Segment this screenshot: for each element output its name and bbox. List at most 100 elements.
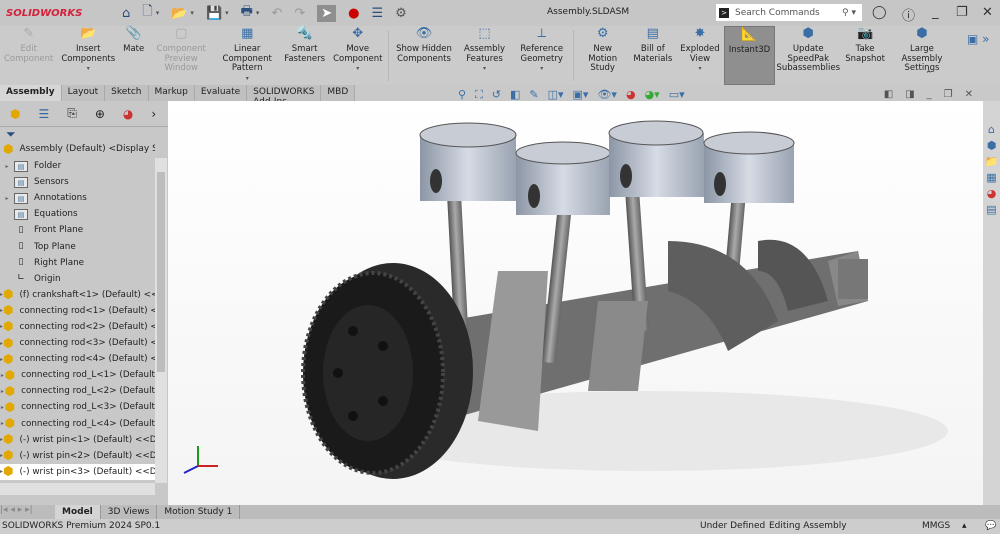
- dropdown-arrow-icon[interactable]: ▾: [483, 64, 486, 74]
- tree-item[interactable]: ▸ ⬢ connecting rod<2> (Default) <: [0, 319, 155, 335]
- bottom-tab-model[interactable]: Model: [55, 505, 101, 519]
- appearances-icon[interactable]: ◕: [983, 187, 1000, 203]
- bill-of-materials-button[interactable]: ▤ Bill of Materials: [629, 26, 676, 85]
- quick-tips-icon[interactable]: 💬: [985, 519, 996, 534]
- print-icon[interactable]: 🖶: [241, 2, 253, 24]
- bottom-tab-motion-study-1[interactable]: Motion Study 1: [157, 505, 241, 519]
- viewport-minimize-icon[interactable]: _: [927, 89, 932, 100]
- apply-scene-icon[interactable]: ◕▾: [645, 88, 660, 102]
- large-assembly-settings-button[interactable]: ⬢ Large Assembly Settings: [889, 26, 955, 85]
- search-icon[interactable]: ⚲ ▾: [842, 8, 856, 18]
- open-icon[interactable]: 📂: [171, 6, 187, 21]
- new-document-icon[interactable]: 🗋: [142, 2, 152, 24]
- tree-item[interactable]: ▸ ▤ Folder: [0, 158, 155, 174]
- take-snapshot-button[interactable]: 📷 Take Snapshot: [841, 26, 889, 85]
- home-icon[interactable]: ⌂: [122, 6, 130, 21]
- crankshaft-assembly-model[interactable]: [168, 101, 983, 505]
- options-gear-icon[interactable]: ⚙: [395, 6, 407, 21]
- expand-arrow-icon[interactable]: ▸: [0, 195, 14, 202]
- move-component-button[interactable]: ✥ Move Component ▾: [329, 26, 386, 85]
- mate-button[interactable]: 📎 Mate: [119, 26, 148, 85]
- tree-root[interactable]: ⬢ Assembly (Default) <Display State-: [0, 141, 155, 157]
- zoom-to-fit-icon[interactable]: ⚲: [458, 88, 466, 102]
- view-palette-icon[interactable]: ▦: [983, 171, 1000, 187]
- display-style-icon[interactable]: ▣▾: [573, 88, 589, 102]
- tree-item[interactable]: ▸ ⬢ (-) wrist pin<3> (Default) <<D: [0, 463, 155, 480]
- display-pane-icon[interactable]: ▣ »: [967, 32, 990, 46]
- tree-item[interactable]: ▸ ⬢ connecting rod_L<3> (Default: [0, 399, 155, 415]
- reference-geometry-button[interactable]: ⟂ Reference Geometry ▾: [512, 26, 571, 85]
- select-arrow-icon[interactable]: ➤: [317, 4, 337, 22]
- property-manager-tab-icon[interactable]: ☰: [38, 107, 49, 121]
- instant3d-button[interactable]: 📐 Instant3D: [723, 26, 776, 85]
- viewport-next-icon[interactable]: ◨: [905, 89, 914, 100]
- graphics-area[interactable]: ⚲ ⛶ ↺ ◧ ✎ ◫▾ ▣▾ 👁▾ ◕ ◕▾ ▭▾ ◧ ◨ _ ❐ ✕: [168, 88, 983, 505]
- viewport-prev-icon[interactable]: ◧: [884, 89, 893, 100]
- configuration-manager-tab-icon[interactable]: ⎘: [67, 106, 77, 121]
- tree-horizontal-scrollbar[interactable]: [0, 483, 155, 495]
- tree-item[interactable]: ▸ ⬢ connecting rod_L<1> (Default: [0, 367, 155, 383]
- taskpane-toggle[interactable]: ▣ » ⌃: [925, 26, 1000, 85]
- design-library-icon[interactable]: ⬢: [983, 139, 1000, 155]
- tree-item[interactable]: ▸ ⬢ (-) wrist pin<2> (Default) <<D: [0, 448, 155, 464]
- collapse-ribbon-icon[interactable]: ⌃: [925, 70, 933, 80]
- dynamic-annotation-icon[interactable]: ✎: [529, 88, 538, 102]
- file-properties-icon[interactable]: ☰: [372, 6, 384, 21]
- tree-item[interactable]: ▸ ⬢ (f) crankshaft<1> (Default) <<: [0, 287, 155, 303]
- more-tabs-chevron-icon[interactable]: ›: [151, 107, 156, 121]
- previous-view-icon[interactable]: ↺: [492, 88, 501, 102]
- insert-components-button[interactable]: 📂 Insert Components ▾: [57, 26, 119, 85]
- dropdown-arrow-icon[interactable]: ▾: [540, 64, 543, 74]
- dropdown-arrow-icon[interactable]: ▾: [246, 74, 249, 84]
- update-speedpak-subassemblies-button[interactable]: ⬢ Update SpeedPak Subassemblies: [775, 26, 841, 85]
- custom-properties-icon[interactable]: ▤: [983, 203, 1000, 219]
- redo-icon[interactable]: ↷: [294, 6, 305, 21]
- section-view-icon[interactable]: ◧: [510, 88, 520, 102]
- hide-show-icon[interactable]: 👁▾: [597, 88, 617, 102]
- tab-solidworks-add-ins[interactable]: SOLIDWORKS Add-Ins: [247, 85, 322, 107]
- dimxpert-tab-icon[interactable]: ⊕: [95, 107, 105, 121]
- tree-item[interactable]: ▯ Front Plane: [0, 222, 155, 238]
- tree-vertical-scrollbar[interactable]: [155, 158, 167, 483]
- tab-layout[interactable]: Layout: [62, 85, 106, 101]
- save-icon[interactable]: 💾: [206, 6, 222, 21]
- tree-item[interactable]: ▤ Sensors: [0, 174, 155, 190]
- tree-item[interactable]: ▸ ⬢ connecting rod_L<4> (Default: [0, 416, 155, 432]
- feature-manager-tab-icon[interactable]: ⬢: [10, 107, 20, 121]
- units-dropdown-icon[interactable]: ▴: [962, 519, 967, 534]
- restore-button[interactable]: ❐: [956, 5, 968, 20]
- help-icon[interactable]: ⓘ: [902, 5, 915, 24]
- exploded-view-button[interactable]: ✸ Exploded View ▾: [676, 26, 723, 85]
- zoom-to-area-icon[interactable]: ⛶: [475, 88, 483, 102]
- solidworks-resources-icon[interactable]: ⌂: [983, 123, 1000, 139]
- tab-markup[interactable]: Markup: [149, 85, 195, 101]
- view-settings-icon[interactable]: ▭▾: [669, 88, 685, 102]
- edit-appearance-icon[interactable]: ◕: [626, 88, 636, 102]
- smart-fasteners-button[interactable]: 🔩 Smart Fasteners: [280, 26, 329, 85]
- component-preview-window-button[interactable]: ▢ Component Preview Window: [148, 26, 214, 85]
- tree-item[interactable]: ▸ ⬢ connecting rod<1> (Default) <: [0, 303, 155, 319]
- show-hidden-components-button[interactable]: 👁 Show Hidden Components: [391, 26, 457, 85]
- expand-arrow-icon[interactable]: ▸: [0, 163, 14, 170]
- tab-evaluate[interactable]: Evaluate: [195, 85, 248, 101]
- viewport-close-icon[interactable]: ✕: [965, 89, 973, 100]
- tab-scroll-arrows[interactable]: |◂ ◂ ▸ ▸|: [0, 505, 55, 519]
- tab-mbd[interactable]: MBD: [321, 85, 356, 101]
- tree-item[interactable]: ▯ Right Plane: [0, 255, 155, 271]
- dropdown-arrow-icon[interactable]: ▾: [356, 64, 359, 74]
- file-explorer-icon[interactable]: 📁: [983, 155, 1000, 171]
- tab-sketch[interactable]: Sketch: [105, 85, 149, 101]
- undo-icon[interactable]: ↶: [271, 6, 282, 21]
- edit-component-button[interactable]: ✎ Edit Component: [0, 26, 57, 85]
- view-orientation-icon[interactable]: ◫▾: [548, 88, 564, 102]
- tree-item[interactable]: ∟ Origin: [0, 271, 155, 287]
- new-motion-study-button[interactable]: ⚙ New Motion Study: [576, 26, 629, 85]
- assembly-features-button[interactable]: ⬚ Assembly Features ▾: [457, 26, 512, 85]
- tree-item[interactable]: ▸ ⬢ connecting rod_L<2> (Default: [0, 383, 155, 399]
- tree-item[interactable]: ▸ ⬢ connecting rod<3> (Default) <: [0, 335, 155, 351]
- bottom-tab-3d-views[interactable]: 3D Views: [101, 505, 158, 519]
- rebuild-traffic-light-icon[interactable]: ●: [348, 6, 359, 21]
- viewport-restore-icon[interactable]: ❐: [944, 89, 953, 100]
- tree-item[interactable]: ▸ ⬢ (-) wrist pin<1> (Default) <<D: [0, 432, 155, 448]
- minimize-button[interactable]: _: [932, 5, 939, 20]
